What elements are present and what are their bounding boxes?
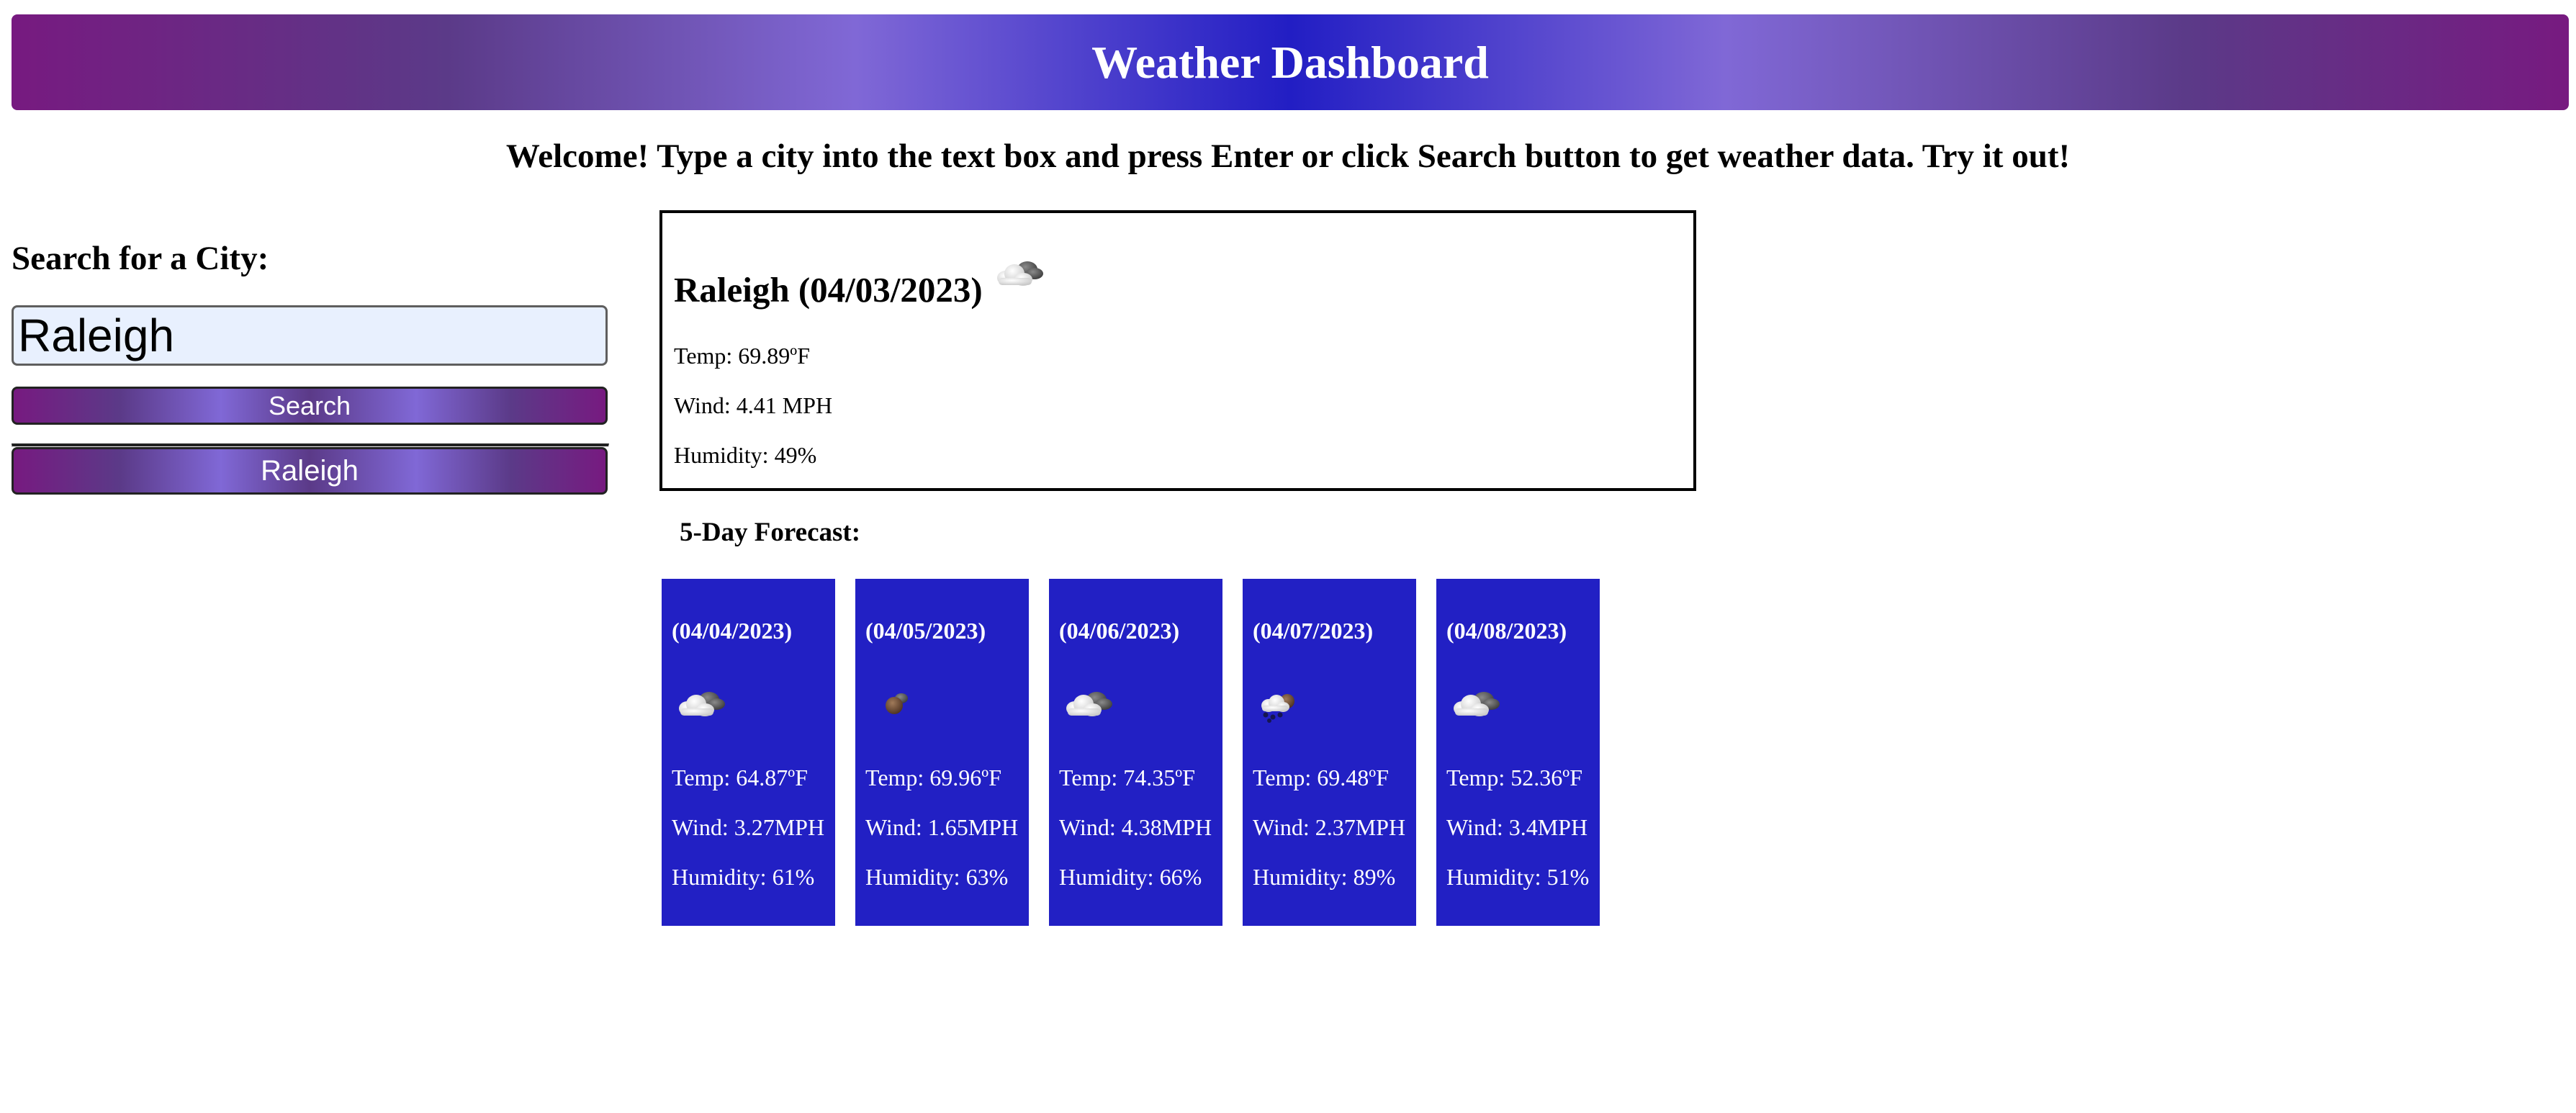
forecast-temp: Temp: 64.87ºF	[672, 765, 809, 790]
forecast-card: (04/06/2023) Temp: 74.35ºF Wind: 4.38MPH…	[1049, 579, 1222, 926]
storm-icon	[886, 693, 908, 714]
history-city-button[interactable]: Raleigh	[12, 447, 608, 495]
current-weather-panel: Raleigh (04/03/2023) Temp: 69.89ºF Wind:…	[659, 210, 1696, 491]
forecast-temp: Temp: 52.36ºF	[1446, 765, 1583, 790]
forecast-temp: Temp: 69.48ºF	[1253, 765, 1390, 790]
forecast-wind: Wind: 2.37MPH	[1253, 814, 1406, 840]
forecast-temp: Temp: 74.35ºF	[1059, 765, 1196, 790]
current-humidity: Humidity: 49%	[674, 442, 817, 468]
forecast-date: (04/06/2023)	[1059, 618, 1180, 644]
forecast-humidity: Humidity: 89%	[1253, 864, 1396, 890]
forecast-humidity: Humidity: 66%	[1059, 864, 1202, 890]
forecast-humidity: Humidity: 51%	[1446, 864, 1590, 890]
forecast-date: (04/04/2023)	[672, 618, 793, 644]
forecast-card: (04/05/2023) Temp: 69.96ºF Wind: 1.65MPH…	[855, 579, 1029, 926]
forecast-wind: Wind: 4.38MPH	[1059, 814, 1212, 840]
forecast-humidity: Humidity: 61%	[672, 864, 815, 890]
forecast-temp: Temp: 69.96ºF	[865, 765, 1002, 790]
rain-icon	[1261, 694, 1294, 723]
cloud-icon	[997, 261, 1043, 286]
cloud-icon	[679, 692, 725, 716]
search-heading: Search for a City:	[12, 240, 269, 277]
welcome-message: Welcome! Type a city into the text box a…	[505, 138, 2071, 175]
current-wind: Wind: 4.41 MPH	[674, 392, 833, 418]
cloud-icon	[1454, 692, 1500, 716]
city-search-input[interactable]	[12, 305, 608, 366]
forecast-card: (04/08/2023) Temp: 52.36ºF Wind: 3.4MPH …	[1436, 579, 1600, 926]
forecast-date: (04/07/2023)	[1253, 618, 1374, 644]
forecast-date: (04/05/2023)	[865, 618, 986, 644]
forecast-humidity: Humidity: 63%	[865, 864, 1009, 890]
forecast-card: (04/07/2023) Temp: 69.48ºF Wind: 2.37MPH…	[1243, 579, 1416, 926]
current-temp: Temp: 69.89ºF	[674, 343, 811, 369]
search-sidebar: Search for a City: Search Raleigh	[12, 235, 609, 495]
current-city-title: Raleigh (04/03/2023)	[674, 270, 983, 310]
forecast-wind: Wind: 3.4MPH	[1446, 814, 1588, 840]
search-button[interactable]: Search	[12, 387, 608, 425]
forecast-card: (04/04/2023) Temp: 64.87ºF Wind: 3.27MPH…	[662, 579, 835, 926]
app-header: Weather Dashboard	[12, 14, 2569, 110]
forecast-date: (04/08/2023)	[1446, 618, 1567, 644]
forecast-wind: Wind: 1.65MPH	[865, 814, 1019, 840]
cloud-icon	[1066, 692, 1112, 716]
app-title: Weather Dashboard	[1091, 36, 1489, 88]
forecast-wind: Wind: 3.27MPH	[672, 814, 825, 840]
forecast-heading: 5-Day Forecast:	[680, 518, 861, 547]
